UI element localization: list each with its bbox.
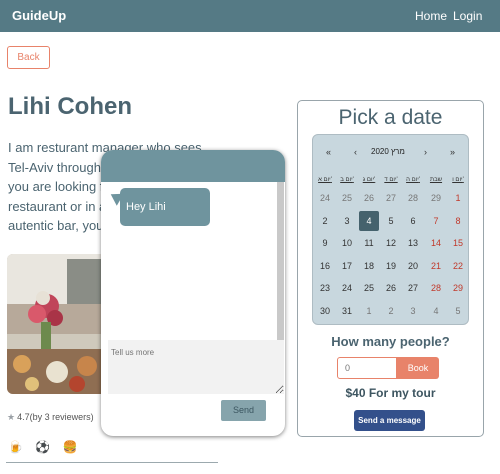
calendar-day[interactable]: 5: [381, 216, 401, 226]
tour-price: $40 For my tour: [345, 386, 436, 400]
divider: [6, 462, 218, 463]
calendar-day[interactable]: 20: [403, 261, 423, 271]
calendar-day[interactable]: 21: [426, 261, 446, 271]
calendar-month-label[interactable]: מרץ 2020: [371, 147, 405, 156]
calendar-day[interactable]: 2: [381, 306, 401, 316]
calendar-day[interactable]: 19: [381, 261, 401, 271]
next-month-icon[interactable]: ›: [424, 147, 427, 157]
calendar-day[interactable]: 28: [426, 283, 446, 293]
calendar-day[interactable]: 29: [448, 283, 468, 293]
calendar-day[interactable]: 25: [337, 193, 357, 203]
calendar-day[interactable]: 2: [315, 216, 335, 226]
calendar-day[interactable]: 15: [448, 238, 468, 248]
calendar-day[interactable]: 8: [448, 216, 468, 226]
chat-header: [101, 150, 285, 182]
people-label: How many people?: [331, 334, 450, 349]
weekday-header: יום ו': [452, 177, 464, 183]
nav-home-link[interactable]: Home: [415, 9, 447, 23]
calendar-day[interactable]: 25: [359, 283, 379, 293]
people-count-input[interactable]: 0: [337, 357, 397, 379]
rating-text: 4.7(by 3 reviewers): [17, 412, 94, 422]
prev-year-icon[interactable]: «: [326, 147, 331, 157]
calendar-day[interactable]: 23: [315, 283, 335, 293]
calendar-day[interactable]: 3: [337, 216, 357, 226]
star-icon: ★: [7, 412, 16, 422]
book-button[interactable]: Book: [397, 357, 439, 379]
calendar-day[interactable]: 18: [359, 261, 379, 271]
calendar-day[interactable]: 14: [426, 238, 446, 248]
brand-logo[interactable]: GuideUp: [12, 8, 66, 23]
booking-title: Pick a date: [338, 106, 443, 129]
weekday-header: יום ד': [384, 177, 398, 183]
guide-photo: [7, 254, 107, 394]
burger-icon: 🍔: [62, 440, 78, 454]
calendar-day[interactable]: 31: [337, 306, 357, 316]
calendar-day[interactable]: 26: [381, 283, 401, 293]
nav-login-link[interactable]: Login: [453, 9, 482, 23]
calendar-day[interactable]: 10: [337, 238, 357, 248]
calendar-day[interactable]: 29: [426, 193, 446, 203]
calendar-day[interactable]: 1: [359, 306, 379, 316]
calendar-day[interactable]: 27: [381, 193, 401, 203]
weekday-header: יום א': [318, 177, 332, 183]
chat-scrollbar[interactable]: [277, 182, 284, 340]
calendar-day[interactable]: 17: [337, 261, 357, 271]
calendar-day[interactable]: 7: [426, 216, 446, 226]
calendar-day[interactable]: 12: [381, 238, 401, 248]
soccer-ball-icon: ⚽: [35, 440, 51, 454]
calendar-day[interactable]: 27: [403, 283, 423, 293]
calendar-day[interactable]: 4: [426, 306, 446, 316]
calendar-day[interactable]: 22: [448, 261, 468, 271]
guide-name: Lihi Cohen: [8, 93, 132, 120]
beer-icon: 🍺: [8, 440, 23, 454]
chat-message-bubble: Hey Lihi: [120, 188, 210, 226]
weekday-header: יום ג': [362, 177, 376, 183]
weekday-header: שבת: [429, 177, 443, 183]
calendar-day[interactable]: 26: [359, 193, 379, 203]
calendar-day[interactable]: 24: [315, 193, 335, 203]
calendar-day[interactable]: 5: [448, 306, 468, 316]
calendar-day[interactable]: 4: [359, 210, 379, 231]
calendar-day[interactable]: 24: [337, 283, 357, 293]
calendar-day[interactable]: 30: [315, 306, 335, 316]
back-button[interactable]: Back: [7, 46, 50, 69]
navbar: GuideUp Home Login: [0, 0, 500, 32]
calendar-day[interactable]: 13: [403, 238, 423, 248]
chat-window: Hey Lihi Send: [101, 150, 285, 436]
send-message-button[interactable]: Send a message: [354, 410, 425, 431]
calendar-day[interactable]: 16: [315, 261, 335, 271]
calendar-day[interactable]: 1: [448, 193, 468, 203]
next-year-icon[interactable]: »: [450, 147, 455, 157]
calendar-day[interactable]: 11: [359, 238, 379, 248]
booking-panel: Pick a date « ‹ מרץ 2020 › » יום א' יום ב…: [297, 100, 484, 437]
weekday-header: יום ה': [406, 177, 420, 183]
weekday-header: יום ב': [340, 177, 354, 183]
chat-send-button[interactable]: Send: [221, 400, 266, 421]
calendar-day[interactable]: 3: [403, 306, 423, 316]
chat-input[interactable]: [108, 340, 284, 394]
prev-month-icon[interactable]: ‹: [354, 147, 357, 157]
calendar-day[interactable]: 6: [403, 216, 423, 226]
calendar: « ‹ מרץ 2020 › » יום א' יום ב' יום ג' יום ד…: [312, 134, 469, 325]
rating: ★ 4.7(by 3 reviewers): [7, 412, 94, 423]
interest-icons: 🍺 ⚽ 🍔: [8, 440, 87, 454]
calendar-day[interactable]: 9: [315, 238, 335, 248]
calendar-day[interactable]: 28: [403, 193, 423, 203]
